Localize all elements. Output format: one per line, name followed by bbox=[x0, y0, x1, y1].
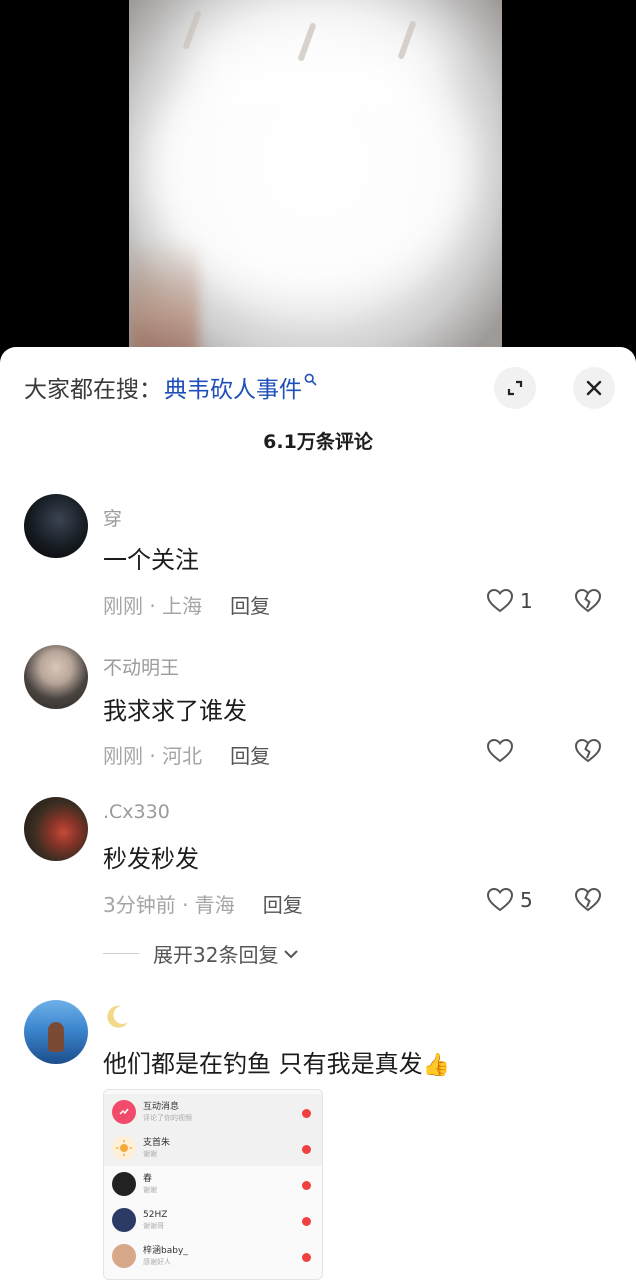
message-name: 春 bbox=[143, 1173, 153, 1184]
unread-badge bbox=[301, 1180, 311, 1190]
reply-button[interactable]: 回复 bbox=[263, 889, 303, 918]
comment-meta: 刚刚 · 河北 回复 bbox=[103, 740, 270, 769]
avatar[interactable] bbox=[24, 645, 88, 709]
search-suggestion[interactable]: 大家都在搜： 典韦砍人事件 bbox=[24, 367, 317, 407]
close-button[interactable] bbox=[573, 367, 615, 409]
list-item: 春谢谢 bbox=[104, 1166, 322, 1202]
message-name: 52HZ bbox=[143, 1209, 168, 1220]
comment-text: 一个关注 bbox=[103, 546, 199, 574]
search-term-link[interactable]: 典韦砍人事件 bbox=[164, 370, 302, 404]
comment-username[interactable] bbox=[103, 1003, 131, 1036]
thumbs-up-icon: 👍 bbox=[422, 1053, 451, 1078]
message-name: 互动消息 bbox=[143, 1101, 180, 1112]
close-icon bbox=[586, 380, 602, 396]
heart-icon bbox=[486, 887, 514, 912]
comment-meta: 刚刚 · 上海 回复 bbox=[103, 590, 270, 619]
like-button[interactable] bbox=[486, 738, 514, 764]
dislike-button[interactable] bbox=[574, 887, 602, 917]
message-preview: 谢谢 bbox=[143, 1185, 157, 1194]
message-name: 梓涵baby_ bbox=[143, 1245, 188, 1256]
comment-username[interactable]: .Cx330 bbox=[103, 801, 170, 823]
unread-badge bbox=[301, 1108, 311, 1118]
list-item: 梓涵baby_ 感谢好人 bbox=[104, 1238, 322, 1274]
like-button[interactable]: 5 bbox=[486, 887, 533, 913]
comment-text: 我求求了谁发 bbox=[103, 697, 247, 725]
like-count: 5 bbox=[520, 888, 533, 912]
comment-username[interactable]: 不动明王 bbox=[103, 653, 179, 680]
comment-text: 他们都是在钓鱼 只有我是真发👍 bbox=[103, 1044, 450, 1079]
unread-badge bbox=[301, 1144, 311, 1154]
like-count: 1 bbox=[520, 589, 533, 613]
heart-icon bbox=[486, 588, 514, 613]
message-preview: 评论了你的视频 bbox=[143, 1113, 192, 1122]
unread-badge bbox=[301, 1252, 311, 1262]
comment-time-location: 刚刚 · 河北 bbox=[103, 744, 203, 768]
list-item: 互动消息 评论了你的视频 bbox=[104, 1094, 322, 1130]
video-player[interactable] bbox=[0, 0, 636, 360]
list-item: 52HZ 谢谢哥 bbox=[104, 1202, 322, 1238]
expand-replies-label: 展开32条回复 bbox=[153, 943, 279, 967]
comment-time-location: 刚刚 · 上海 bbox=[103, 594, 203, 618]
broken-heart-icon bbox=[574, 887, 602, 912]
avatar[interactable] bbox=[24, 494, 88, 558]
avatar bbox=[112, 1208, 136, 1232]
comment-sheet: 大家都在搜： 典韦砍人事件 6.1万条评论 穿 一个关注 刚刚 · 上海 回复 … bbox=[0, 347, 636, 1280]
comment-count: 6.1万条评论 bbox=[263, 431, 373, 453]
search-prefix: 大家都在搜： bbox=[24, 377, 162, 403]
message-name: 支首朱 bbox=[143, 1137, 171, 1148]
message-preview: 谢谢 bbox=[143, 1149, 157, 1158]
expand-replies-button[interactable]: 展开32条回复 bbox=[103, 939, 300, 968]
list-item: 支首朱 谢谢 bbox=[104, 1130, 322, 1166]
expand-icon bbox=[507, 380, 523, 396]
expand-button[interactable] bbox=[494, 367, 536, 409]
comment-meta: 3分钟前 · 青海 回复 bbox=[103, 889, 303, 918]
avatar bbox=[112, 1172, 136, 1196]
chevron-down-icon bbox=[284, 949, 299, 958]
comment-image-attachment[interactable]: 互动消息 评论了你的视频 支首朱 谢谢 春谢谢 52HZ 谢谢哥 梓涵baby_ 感谢好… bbox=[103, 1089, 323, 1280]
comment-text: 秒发秒发 bbox=[103, 845, 199, 873]
video-frame[interactable] bbox=[129, 0, 502, 360]
avatar bbox=[112, 1244, 136, 1268]
heart-icon bbox=[486, 738, 514, 763]
message-preview: 感谢好人 bbox=[143, 1257, 171, 1266]
comment-text-body: 他们都是在钓鱼 只有我是真发 bbox=[103, 1050, 423, 1078]
comment-username[interactable]: 穿 bbox=[103, 504, 122, 531]
broken-heart-icon bbox=[574, 738, 602, 763]
search-icon bbox=[304, 373, 317, 390]
unread-badge bbox=[301, 1216, 311, 1226]
crescent-moon-icon bbox=[107, 1005, 128, 1028]
reply-button[interactable]: 回复 bbox=[230, 740, 270, 769]
comment-time-location: 3分钟前 · 青海 bbox=[103, 893, 235, 917]
avatar[interactable] bbox=[24, 1000, 88, 1064]
sun-icon bbox=[112, 1136, 136, 1160]
avatar[interactable] bbox=[24, 797, 88, 861]
reply-button[interactable]: 回复 bbox=[230, 590, 270, 619]
message-preview: 谢谢哥 bbox=[143, 1221, 164, 1230]
dislike-button[interactable] bbox=[574, 588, 602, 618]
divider bbox=[103, 953, 139, 954]
broken-heart-icon bbox=[574, 588, 602, 613]
chat-bubble-icon bbox=[112, 1100, 136, 1124]
like-button[interactable]: 1 bbox=[486, 588, 533, 614]
dislike-button[interactable] bbox=[574, 738, 602, 768]
